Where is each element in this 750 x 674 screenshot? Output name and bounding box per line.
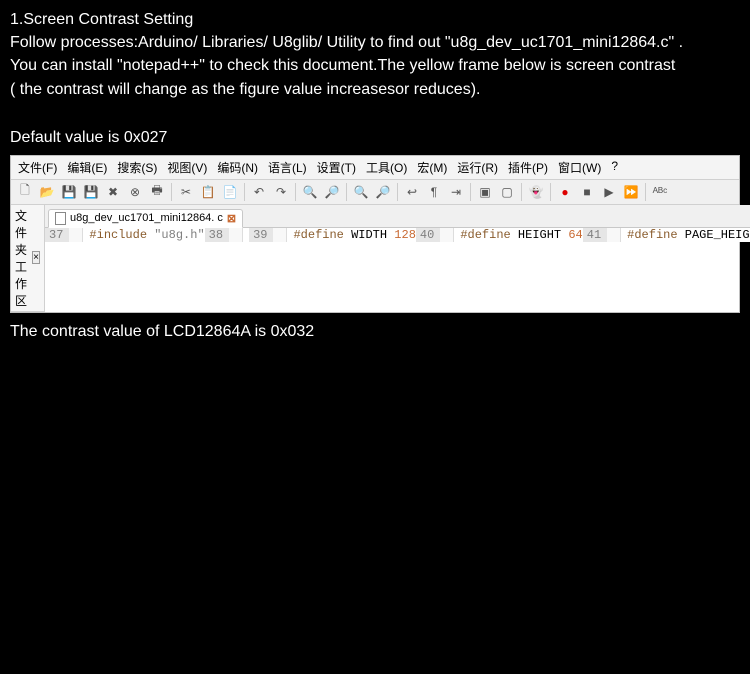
undo-button[interactable]: ↶ — [249, 182, 269, 202]
intro-line-3: ( the contrast will change as the figure… — [10, 78, 740, 101]
menu-item[interactable]: 编码(N) — [214, 158, 261, 177]
zoom-out-button[interactable]: 🔎 — [373, 182, 393, 202]
line-number: 38 — [205, 228, 229, 242]
line-number: 41 — [583, 228, 607, 242]
folder-workspace-panel: 文件夹工作区 × — [11, 205, 45, 312]
save-all-button[interactable]: 💾 — [81, 182, 101, 202]
toolbar-separator — [550, 183, 551, 201]
menu-item[interactable]: 设置(T) — [314, 158, 359, 177]
menu-item[interactable]: 搜索(S) — [114, 158, 160, 177]
fold-gutter — [69, 228, 83, 242]
menu-item[interactable]: 编辑(E) — [64, 158, 110, 177]
chars-button[interactable]: ¶ — [424, 182, 444, 202]
menu-item[interactable]: 插件(P) — [505, 158, 551, 177]
menu-item[interactable]: 视图(V) — [164, 158, 210, 177]
section-title: 1.Screen Contrast Setting — [10, 8, 740, 31]
intro-line-1: Follow processes:Arduino/ Libraries/ U8g… — [10, 31, 740, 54]
line-number: 39 — [249, 228, 273, 242]
menu-item[interactable]: 宏(M) — [414, 158, 450, 177]
ghost-button[interactable]: 👻 — [526, 182, 546, 202]
toolbar-separator — [171, 183, 172, 201]
toolbar-separator — [346, 183, 347, 201]
panel-close-button[interactable]: × — [32, 251, 40, 264]
toolbar-separator — [521, 183, 522, 201]
close-all-button[interactable]: ⊗ — [125, 182, 145, 202]
print-button[interactable]: 🖶 — [147, 182, 167, 202]
stop-button[interactable]: ■ — [577, 182, 597, 202]
intro-line-2: You can install "notepad++" to check thi… — [10, 54, 740, 77]
code-area: 37 #include "u8g.h" 38 39 #define WIDTH 12… — [45, 228, 750, 242]
code-line: 37 #include "u8g.h" — [45, 228, 205, 242]
abc-button[interactable]: ᴬᴮᶜ — [650, 182, 670, 202]
folder-workspace-title: 文件夹工作区 — [15, 207, 32, 309]
footer-note: The contrast value of LCD12864A is 0x032 — [0, 313, 750, 341]
code-line: 41 #define PAGE_HEIGHT 8 — [583, 228, 750, 242]
play-button[interactable]: ▶ — [599, 182, 619, 202]
redo-button[interactable]: ↷ — [271, 182, 291, 202]
code-text: #define PAGE_HEIGHT 8 — [621, 228, 750, 242]
record-button[interactable]: ● — [555, 182, 575, 202]
paste-button[interactable]: 📄 — [220, 182, 240, 202]
file-tab[interactable]: u8g_dev_uc1701_mini12864. c ⊠ — [48, 209, 243, 228]
default-value-label: Default value is 0x027 — [0, 101, 750, 155]
line-number: 37 — [45, 228, 69, 242]
editor-window: 文件(F)编辑(E)搜索(S)视图(V)编码(N)语言(L)设置(T)工具(O)… — [10, 155, 740, 313]
play-multi-button[interactable]: ⏩ — [621, 182, 641, 202]
file-new-button[interactable]: 🗋 — [15, 182, 35, 202]
code-line: 40 #define HEIGHT 64 — [416, 228, 583, 242]
toolbar: 🗋📂💾💾✖⊗🖶✂📋📄↶↷🔍🔎🔍🔎↩¶⇥▣▢👻●■▶⏩ᴬᴮᶜ — [11, 180, 739, 205]
close-button[interactable]: ✖ — [103, 182, 123, 202]
cut-button[interactable]: ✂ — [176, 182, 196, 202]
file-open-button[interactable]: 📂 — [37, 182, 57, 202]
code-line: 38 — [205, 228, 249, 242]
menu-item[interactable]: 运行(R) — [454, 158, 501, 177]
menu-item[interactable]: 语言(L) — [265, 158, 310, 177]
fold-gutter — [229, 228, 243, 242]
menu-item[interactable]: 文件(F) — [15, 158, 60, 177]
line-number: 40 — [416, 228, 440, 242]
menu-item[interactable]: ? — [608, 158, 621, 177]
code-text: #define HEIGHT 64 — [454, 228, 582, 242]
toolbar-separator — [397, 183, 398, 201]
wrap-button[interactable]: ↩ — [402, 182, 422, 202]
code-text: #include "u8g.h" — [83, 228, 204, 242]
toolbar-separator — [295, 183, 296, 201]
fold-gutter — [273, 228, 287, 242]
unfold-button[interactable]: ▢ — [497, 182, 517, 202]
menu-item[interactable]: 工具(O) — [363, 158, 410, 177]
menu-bar: 文件(F)编辑(E)搜索(S)视图(V)编码(N)语言(L)设置(T)工具(O)… — [11, 156, 739, 180]
menu-item[interactable]: 窗口(W) — [555, 158, 604, 177]
code-text: #define WIDTH 128 — [287, 228, 415, 242]
save-button[interactable]: 💾 — [59, 182, 79, 202]
toolbar-separator — [244, 183, 245, 201]
tab-strip: u8g_dev_uc1701_mini12864. c ⊠ — [45, 205, 750, 228]
file-tab-label: u8g_dev_uc1701_mini12864. c — [70, 212, 223, 224]
toolbar-separator — [645, 183, 646, 201]
code-line: 39 #define WIDTH 128 — [249, 228, 416, 242]
tab-close-icon[interactable]: ⊠ — [227, 212, 236, 225]
fold-gutter — [440, 228, 454, 242]
find-button[interactable]: 🔍 — [300, 182, 320, 202]
copy-button[interactable]: 📋 — [198, 182, 218, 202]
zoom-in-button[interactable]: 🔍 — [351, 182, 371, 202]
toolbar-separator — [470, 183, 471, 201]
fold-button[interactable]: ▣ — [475, 182, 495, 202]
fold-gutter — [607, 228, 621, 242]
replace-button[interactable]: 🔎 — [322, 182, 342, 202]
indent-button[interactable]: ⇥ — [446, 182, 466, 202]
file-icon — [55, 212, 66, 225]
